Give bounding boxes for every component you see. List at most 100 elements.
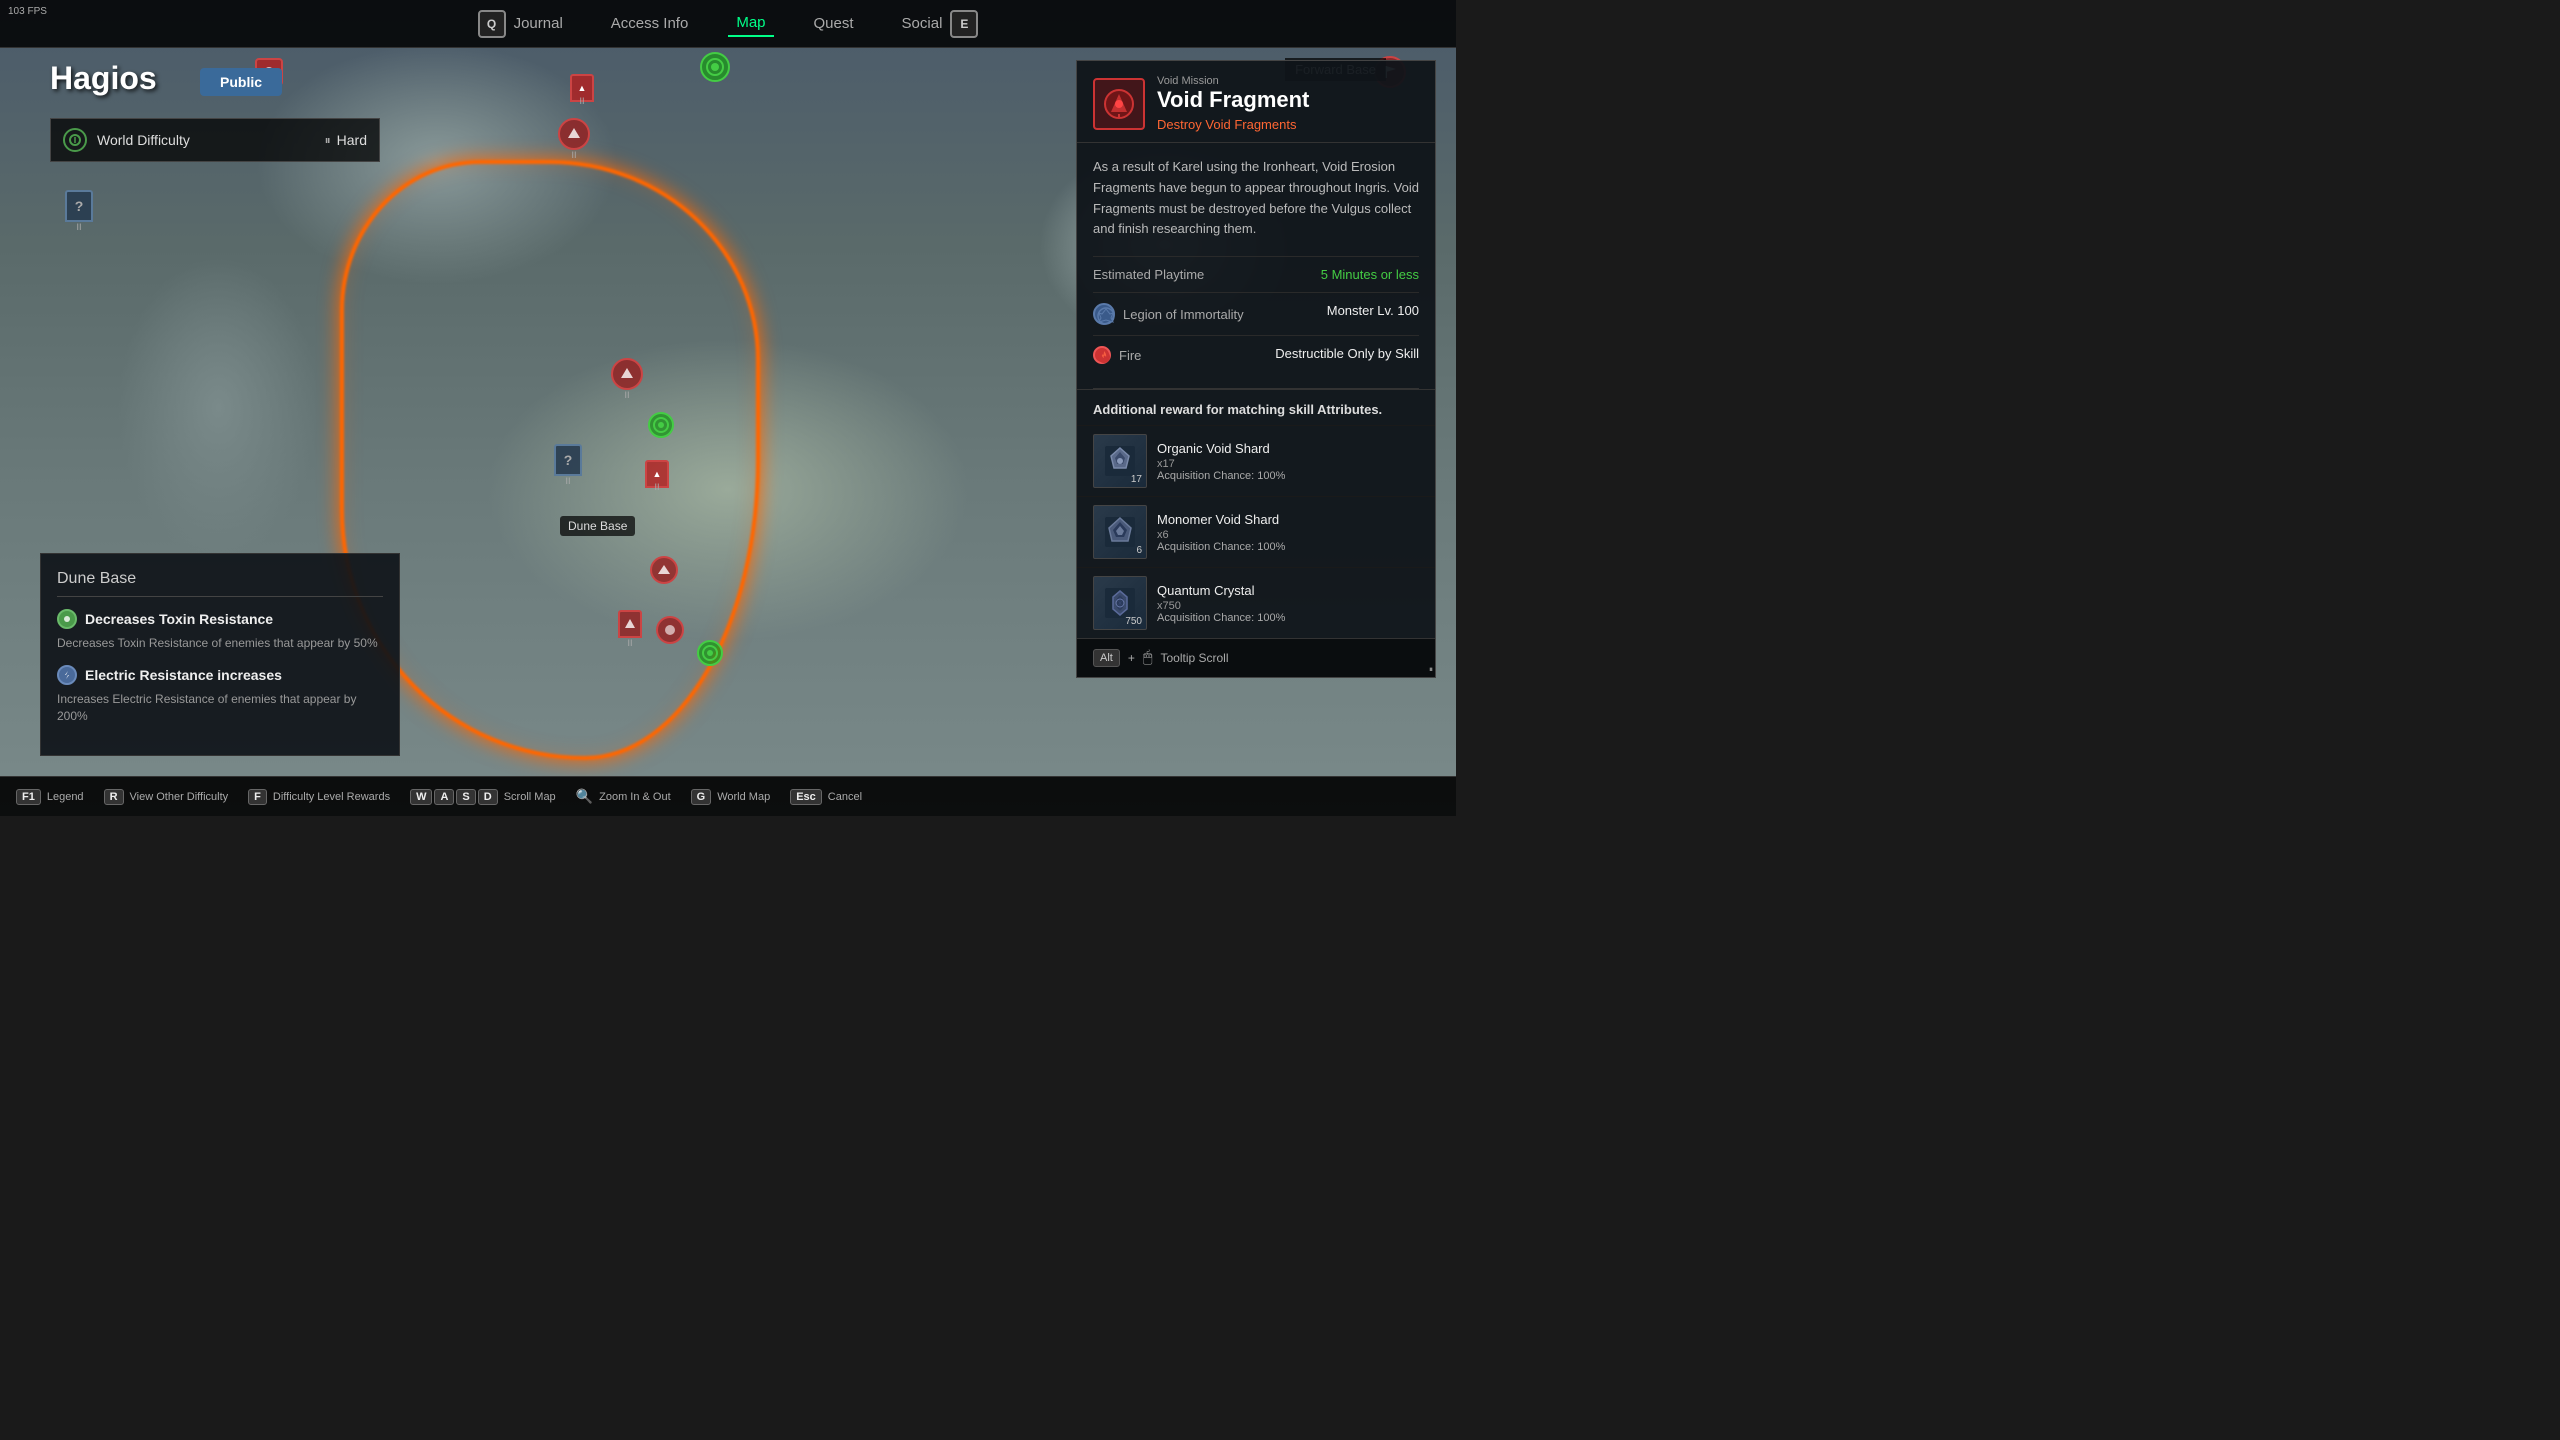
map-marker-red2[interactable]: II <box>611 358 643 400</box>
mission-panel: ⏸ Void Mission Void Fragment Destroy Voi… <box>1076 60 1436 678</box>
fire-icon <box>1093 346 1111 364</box>
monomer-count: 6 <box>1136 545 1142 556</box>
tooltip-scroll-hint: Alt + 🖱 Tooltip Scroll <box>1077 638 1435 677</box>
quantum-qty: x750 <box>1157 600 1419 612</box>
key-g: G <box>691 789 712 805</box>
monomer-name: Monomer Void Shard <box>1157 512 1419 527</box>
electric-effect-icon <box>57 665 77 685</box>
map-marker-green3[interactable] <box>697 640 723 666</box>
mission-icon: ⏸ <box>1093 78 1145 130</box>
element-label: Fire <box>1119 348 1141 363</box>
difficulty-label: View Other Difficulty <box>130 791 229 803</box>
world-map-label: World Map <box>717 791 770 803</box>
map-marker-green1[interactable] <box>700 52 730 82</box>
hint-scroll-map: W A S D Scroll Map <box>410 789 556 805</box>
rewards-header: Additional reward for matching skill Att… <box>1077 389 1435 425</box>
region-name: Hagios <box>50 60 157 97</box>
mission-scroll-area[interactable]: As a result of Karel using the Ironheart… <box>1077 143 1435 638</box>
legion-stat: Monster Lv. 100 <box>1327 303 1419 318</box>
wasd-keys: W A S D <box>410 789 498 805</box>
rewards-label: Difficulty Level Rewards <box>273 791 390 803</box>
dune-effect-electric: Electric Resistance increases Increases … <box>57 665 383 725</box>
dune-base-map-label: Dune Base <box>560 516 635 536</box>
scroll-icon: 🖱 <box>1143 649 1153 667</box>
scroll-map-label: Scroll Map <box>504 791 556 803</box>
difficulty-icon <box>63 128 87 152</box>
map-marker-question2[interactable]: ? II <box>554 444 582 486</box>
map-marker-flag1[interactable]: ▲ II <box>570 74 594 102</box>
dune-base-panel: Dune Base Decreases Toxin Resistance Dec… <box>40 553 400 756</box>
monomer-chance: Acquisition Chance: 100% <box>1157 541 1419 553</box>
bottom-bar: F1 Legend R View Other Difficulty F Diff… <box>0 776 1456 816</box>
map-marker-green2[interactable] <box>648 412 674 438</box>
organic-name: Organic Void Shard <box>1157 441 1419 456</box>
toxin-effect-name: Decreases Toxin Resistance <box>85 611 273 627</box>
difficulty-label: World Difficulty <box>97 132 325 148</box>
fps-counter: 103 FPS <box>8 6 47 17</box>
nav-items: Journal Access Info Map Quest Social <box>506 10 951 37</box>
map-marker-red4[interactable]: II <box>618 610 642 648</box>
playtime-label: Estimated Playtime <box>1093 267 1204 282</box>
legend-label: Legend <box>47 791 84 803</box>
mission-description: As a result of Karel using the Ironheart… <box>1093 157 1419 240</box>
hint-legend: F1 Legend <box>16 789 84 805</box>
nav-key-right[interactable]: E <box>950 10 978 38</box>
map-marker-question1[interactable]: ? II <box>65 190 93 232</box>
organic-count: 17 <box>1131 474 1142 485</box>
organic-shard-icon: 17 <box>1093 434 1147 488</box>
dune-effect-toxin: Decreases Toxin Resistance Decreases Tox… <box>57 609 383 652</box>
nav-item-quest[interactable]: Quest <box>806 11 862 36</box>
element-stat: Destructible Only by Skill <box>1275 346 1419 361</box>
quantum-chance: Acquisition Chance: 100% <box>1157 612 1419 624</box>
map-marker-red5[interactable] <box>656 616 684 644</box>
legion-label: Legion of Immortality <box>1123 307 1244 322</box>
difficulty-panel: World Difficulty ⏸ Hard <box>50 118 380 162</box>
nav-item-social[interactable]: Social <box>894 11 951 36</box>
reward-item-monomer: 6 Monomer Void Shard x6 Acquisition Chan… <box>1077 496 1435 567</box>
map-marker-flag2[interactable]: ▲ II <box>645 460 669 488</box>
hint-difficulty: R View Other Difficulty <box>104 789 229 805</box>
organic-shard-info: Organic Void Shard x17 Acquisition Chanc… <box>1157 441 1419 482</box>
key-r: R <box>104 789 124 805</box>
toxin-effect-desc: Decreases Toxin Resistance of enemies th… <box>57 635 383 652</box>
mission-name-block: Void Mission Void Fragment Destroy Void … <box>1157 75 1309 132</box>
playtime-value: 5 Minutes or less <box>1321 267 1419 282</box>
top-navigation: 103 FPS Q Journal Access Info Map Quest … <box>0 0 1456 48</box>
hint-rewards: F Difficulty Level Rewards <box>248 789 390 805</box>
quantum-count: 750 <box>1125 616 1142 627</box>
public-badge[interactable]: Public <box>200 68 282 96</box>
organic-chance: Acquisition Chance: 100% <box>1157 470 1419 482</box>
void-border <box>340 160 760 760</box>
nav-item-journal[interactable]: Journal <box>506 11 571 36</box>
legion-row: Legion of Immortality Monster Lv. 100 <box>1093 292 1419 335</box>
nav-item-access-info[interactable]: Access Info <box>603 11 697 36</box>
pause-icon: ⏸ <box>325 133 331 148</box>
legion-icon <box>1093 303 1115 325</box>
difficulty-value: ⏸ Hard <box>325 132 367 148</box>
hint-world-map: G World Map <box>691 789 771 805</box>
mission-header: ⏸ Void Mission Void Fragment Destroy Voi… <box>1077 61 1435 143</box>
key-f1: F1 <box>16 789 41 805</box>
reward-item-organic: 17 Organic Void Shard x17 Acquisition Ch… <box>1077 425 1435 496</box>
nav-item-map[interactable]: Map <box>728 10 773 37</box>
electric-effect-desc: Increases Electric Resistance of enemies… <box>57 691 383 725</box>
toxin-effect-icon <box>57 609 77 629</box>
quantum-crystal-info: Quantum Crystal x750 Acquisition Chance:… <box>1157 583 1419 624</box>
monomer-shard-info: Monomer Void Shard x6 Acquisition Chance… <box>1157 512 1419 553</box>
tooltip-scroll-label: Tooltip Scroll <box>1160 651 1228 665</box>
electric-effect-name: Electric Resistance increases <box>85 667 282 683</box>
key-esc: Esc <box>790 789 822 805</box>
alt-key: Alt <box>1093 649 1120 667</box>
map-marker-red1[interactable]: II <box>558 118 590 160</box>
mission-name: Void Fragment <box>1157 87 1309 113</box>
playtime-row: Estimated Playtime 5 Minutes or less <box>1093 256 1419 292</box>
zoom-icon: 🔍 <box>576 788 593 805</box>
map-marker-red3[interactable] <box>650 556 678 584</box>
nav-key-left[interactable]: Q <box>478 10 506 38</box>
hint-cancel: Esc Cancel <box>790 789 862 805</box>
quantum-name: Quantum Crystal <box>1157 583 1419 598</box>
hint-zoom: 🔍 Zoom In & Out <box>576 788 671 805</box>
monomer-shard-icon: 6 <box>1093 505 1147 559</box>
zoom-label: Zoom In & Out <box>599 791 671 803</box>
mission-type: Void Mission <box>1157 75 1309 87</box>
